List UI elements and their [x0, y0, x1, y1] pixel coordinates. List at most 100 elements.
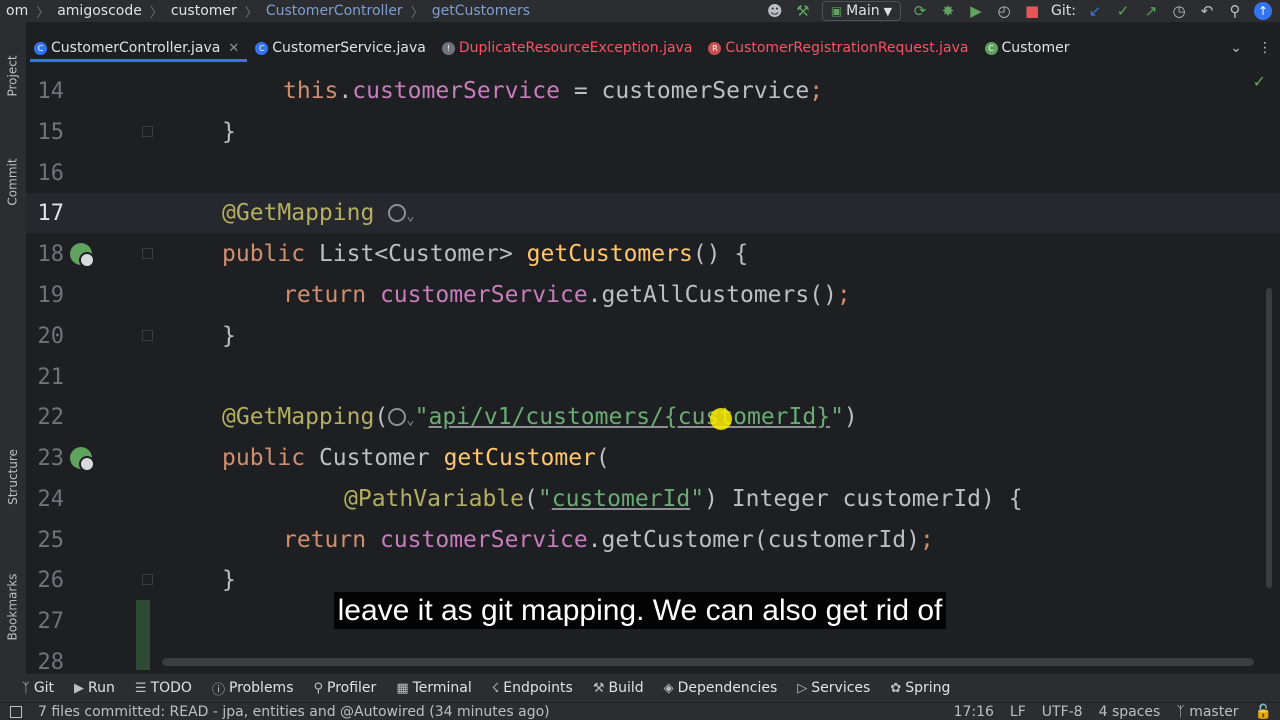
line-number[interactable]: 19: [26, 284, 65, 308]
structure-tool-button[interactable]: Structure: [0, 432, 26, 522]
profiler-icon: ⚲: [313, 680, 324, 696]
search-icon[interactable]: ⚲: [1226, 2, 1244, 20]
more-options-icon[interactable]: ⋮: [1258, 40, 1272, 56]
tab-label: CustomerController.java: [51, 40, 221, 56]
record-icon: R: [708, 41, 722, 55]
toggle-tool-windows-icon[interactable]: [10, 706, 22, 718]
code-line: 15 }: [26, 112, 1280, 152]
fold-icon[interactable]: [142, 330, 153, 341]
editor-tabs: C CustomerController.java ✕ C CustomerSe…: [26, 34, 1280, 62]
update-available-icon[interactable]: ↑: [1254, 2, 1272, 20]
rerun-icon[interactable]: ⟳: [911, 2, 929, 20]
project-tool-button[interactable]: Project: [0, 36, 26, 116]
tool-window-bar: ᛉ Git ▶ Run ☰ TODO ⓘ Problems ⚲ Profiler ▦ Ter…: [0, 674, 1280, 702]
line-number[interactable]: 20: [26, 325, 65, 349]
fold-icon[interactable]: [142, 248, 153, 259]
tool-git[interactable]: ᛉ Git: [14, 680, 62, 696]
code-text: @GetMapping(⌄"api/v1/customers/{customer…: [222, 404, 858, 430]
tool-services[interactable]: ▷ Services: [789, 680, 878, 696]
line-separator[interactable]: LF: [1010, 704, 1026, 720]
lock-icon[interactable]: 🔓: [1255, 704, 1272, 720]
build-hammer-icon[interactable]: ⚒: [794, 2, 812, 20]
code-line: 16: [26, 153, 1280, 193]
code-text: @GetMapping ⌄: [222, 200, 415, 226]
tab-customer-controller[interactable]: C CustomerController.java ✕: [26, 34, 248, 62]
status-bar: 7 files committed: READ - jpa, entities …: [0, 702, 1280, 720]
commit-tool-button[interactable]: Commit: [0, 142, 26, 222]
tool-terminal[interactable]: ▦ Terminal: [388, 680, 479, 696]
git-commit-icon[interactable]: ✓: [1114, 2, 1132, 20]
tool-spring[interactable]: ✿ Spring: [882, 680, 958, 696]
history-icon[interactable]: ◷: [1170, 2, 1188, 20]
git-branch-widget[interactable]: ᛉ master: [1176, 704, 1238, 720]
breadcrumb-subpackage[interactable]: customer: [165, 3, 243, 19]
fold-icon[interactable]: [142, 126, 153, 137]
run-configuration-select[interactable]: ▣ Main ▼: [821, 1, 902, 21]
line-number[interactable]: 23: [26, 447, 65, 471]
exception-class-icon: !: [441, 41, 455, 55]
line-number[interactable]: 14: [26, 80, 65, 104]
endpoint-globe-icon[interactable]: [388, 204, 407, 222]
tab-duplicate-resource-exception[interactable]: ! DuplicateResourceException.java: [434, 34, 701, 62]
tool-build[interactable]: ⚒ Build: [585, 680, 652, 696]
git-icon: ᛉ: [22, 680, 30, 696]
tool-profiler[interactable]: ⚲ Profiler: [305, 680, 384, 696]
line-number[interactable]: 15: [26, 121, 65, 145]
file-encoding[interactable]: UTF-8: [1042, 704, 1083, 720]
coverage-icon[interactable]: ▶: [967, 2, 985, 20]
breadcrumb-separator-icon: 〉: [36, 5, 50, 21]
chevron-down-icon[interactable]: ⌄: [406, 208, 414, 224]
line-number[interactable]: 21: [26, 366, 65, 390]
line-number[interactable]: 28: [26, 651, 65, 675]
breadcrumb-package[interactable]: amigoscode: [51, 3, 148, 19]
chevron-down-icon[interactable]: ⌄: [406, 412, 414, 428]
tab-customer-service[interactable]: C CustomerService.java: [247, 34, 434, 62]
tab-customer-registration-request[interactable]: R CustomerRegistrationRequest.java: [700, 34, 976, 62]
profiler-icon[interactable]: ◴: [995, 2, 1013, 20]
status-message[interactable]: 7 files committed: READ - jpa, entities …: [38, 704, 550, 720]
git-branch-label: master: [1189, 704, 1239, 720]
breadcrumb-method[interactable]: getCustomers: [426, 3, 536, 19]
code-line: 22 @GetMapping(⌄"api/v1/customers/{custo…: [26, 397, 1280, 437]
code-line: 14 this.customerService = customerServic…: [26, 71, 1280, 111]
caret-position[interactable]: 17:16: [954, 704, 994, 720]
line-number[interactable]: 17: [26, 202, 65, 226]
line-number[interactable]: 25: [26, 529, 65, 553]
endpoint-globe-icon[interactable]: [388, 408, 407, 426]
git-push-icon[interactable]: ↗: [1142, 2, 1160, 20]
tabs-dropdown-icon[interactable]: ⌄: [1230, 40, 1242, 56]
spring-endpoint-icon[interactable]: [70, 447, 95, 472]
endpoints-icon: ☇: [491, 680, 500, 696]
stop-icon[interactable]: ■: [1023, 2, 1041, 20]
line-number[interactable]: 24: [26, 488, 65, 512]
mouse-cursor-highlight: [710, 408, 732, 430]
tool-problems[interactable]: ⓘ Problems: [204, 679, 302, 698]
close-icon[interactable]: ✕: [228, 41, 239, 56]
line-number[interactable]: 18: [26, 243, 65, 267]
fold-icon[interactable]: [142, 574, 153, 585]
code-line-current: 17 @GetMapping ⌄: [26, 193, 1280, 233]
tool-todo[interactable]: ☰ TODO: [127, 680, 200, 696]
user-icon[interactable]: ☻: [766, 2, 784, 20]
horizontal-scrollbar[interactable]: [162, 658, 1254, 666]
rollback-icon[interactable]: ↶: [1198, 2, 1216, 20]
navigation-bar: om 〉 amigoscode 〉 customer 〉 CustomerCon…: [0, 0, 1280, 22]
debug-icon[interactable]: ✸: [939, 2, 957, 20]
tab-customer[interactable]: C Customer: [977, 34, 1078, 62]
line-number[interactable]: 22: [26, 406, 65, 430]
tool-run[interactable]: ▶ Run: [66, 680, 123, 696]
breadcrumb-separator-icon: 〉: [149, 5, 163, 21]
line-number[interactable]: 26: [26, 569, 65, 593]
spring-endpoint-icon[interactable]: [70, 243, 95, 268]
breadcrumb-class[interactable]: CustomerController: [260, 3, 409, 19]
git-update-icon[interactable]: ↙: [1086, 2, 1104, 20]
code-editor[interactable]: ✓ 14 this.customerService = customerServ…: [26, 62, 1280, 674]
indent-setting[interactable]: 4 spaces: [1099, 704, 1161, 720]
line-number[interactable]: 16: [26, 162, 65, 186]
code-text: @PathVariable("customerId") Integer cust…: [344, 486, 1023, 512]
tool-dependencies[interactable]: ◈ Dependencies: [656, 680, 786, 696]
breadcrumb-root[interactable]: om: [0, 3, 34, 19]
tabs-controls: ⌄ ⋮: [1230, 34, 1272, 62]
tool-endpoints[interactable]: ☇ Endpoints: [484, 680, 581, 696]
class-icon: C: [984, 41, 998, 55]
